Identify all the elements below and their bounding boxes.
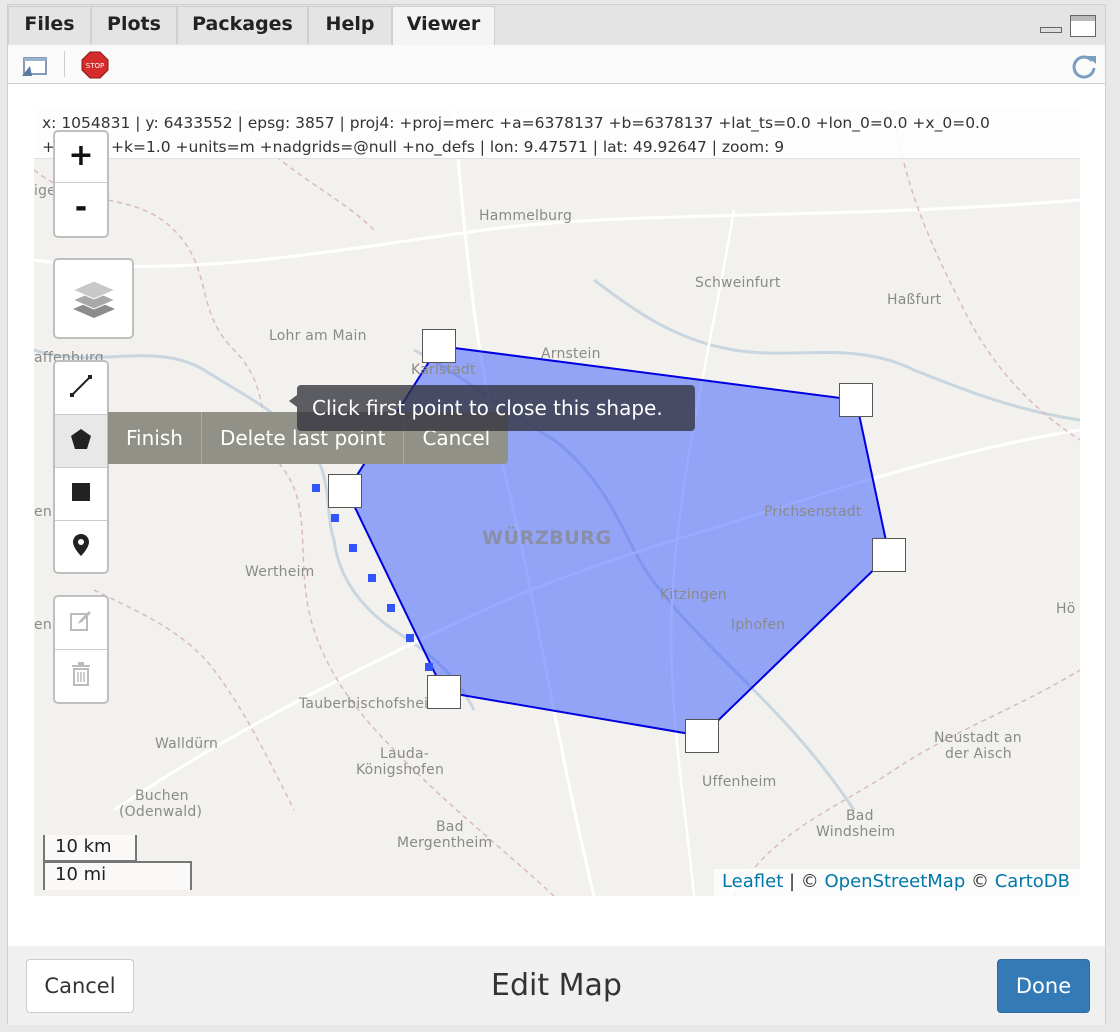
- layers-control[interactable]: [53, 258, 134, 339]
- place-label: Königshofen: [356, 762, 445, 778]
- place-label: Hammelburg: [479, 208, 573, 224]
- place-label: Tauberbischofsheim: [299, 696, 442, 712]
- polygon-vertex-handle[interactable]: [872, 538, 906, 572]
- draw-polygon-button[interactable]: [55, 415, 107, 468]
- tab-files[interactable]: Files: [8, 6, 91, 44]
- draw-polyline-button[interactable]: [55, 362, 107, 415]
- openstreetmap-link[interactable]: OpenStreetMap: [825, 871, 966, 892]
- layers-icon: [71, 278, 117, 324]
- place-label: Neustadt an: [934, 730, 1022, 746]
- place-label: Lohr am Main: [269, 328, 367, 344]
- tab-plots[interactable]: Plots: [91, 6, 177, 44]
- place-label: Haßfurt: [887, 292, 942, 308]
- refresh-icon[interactable]: [1070, 52, 1098, 84]
- tab-help[interactable]: Help: [308, 6, 392, 44]
- marker-icon: [72, 533, 90, 561]
- edit-icon: [69, 609, 93, 637]
- place-label: (Odenwald): [119, 804, 203, 820]
- place-label: der Aisch: [945, 746, 1012, 762]
- tab-viewer[interactable]: Viewer: [392, 6, 495, 46]
- zoom-in-button[interactable]: +: [55, 132, 107, 183]
- draw-marker-button[interactable]: [55, 521, 107, 573]
- place-label: Windsheim: [816, 824, 896, 840]
- place-label: Walldürn: [155, 736, 219, 752]
- map-base-layer: [34, 110, 1080, 896]
- mouse-position-line: + +k=1.0 +units=m +nadgrids=@null +no_def…: [42, 138, 785, 156]
- city-label-wuerzburg: WÜRZBURG: [482, 527, 612, 549]
- minimize-icon[interactable]: [1038, 15, 1064, 37]
- svg-text:STOP: STOP: [86, 62, 104, 70]
- delete-layers-button[interactable]: [55, 650, 107, 702]
- polygon-icon: [70, 428, 92, 454]
- tab-packages[interactable]: Packages: [177, 6, 308, 44]
- viewer-toolbar: STOP: [8, 45, 1105, 84]
- show-in-window-icon[interactable]: [20, 54, 50, 82]
- place-label: Bad: [846, 808, 874, 824]
- gadget-footer: Cancel Edit Map Done: [8, 946, 1105, 1025]
- place-label: Uffenheim: [702, 774, 777, 790]
- leaflet-map[interactable]: Hammelburg Schweinfurt Haßfurt Lohr am M…: [34, 110, 1080, 896]
- place-label: Mergentheim: [397, 835, 493, 851]
- place-label: Arnstein: [541, 346, 601, 362]
- place-label: Schweinfurt: [695, 275, 781, 291]
- trash-icon: [71, 662, 91, 690]
- place-label: Lauda-: [380, 746, 429, 762]
- draw-tooltip: Click first point to close this shape.: [289, 385, 695, 431]
- scale-bar-km: 10 km: [43, 835, 137, 862]
- place-label: Bad: [436, 819, 464, 835]
- place-label: Buchen: [135, 788, 189, 804]
- polygon-vertex-handle[interactable]: [685, 719, 719, 753]
- stop-icon[interactable]: STOP: [81, 51, 109, 83]
- place-label: Karlstadt: [411, 362, 476, 378]
- edit-layers-button[interactable]: [55, 597, 107, 650]
- edit-toolbar: [53, 595, 109, 704]
- polyline-icon: [69, 374, 93, 402]
- polygon-vertex-handle[interactable]: [839, 383, 873, 417]
- leaflet-link[interactable]: Leaflet: [722, 871, 783, 892]
- rstudio-viewer-pane: Files Plots Packages Help Viewer STOP Ha…: [7, 4, 1106, 1025]
- viewer-content: Hammelburg Schweinfurt Haßfurt Lohr am M…: [8, 84, 1105, 946]
- zoom-control: + -: [53, 130, 109, 238]
- scale-bar-mi: 10 mi: [43, 861, 192, 890]
- place-label: Prichsenstadt: [764, 504, 862, 520]
- page-title: Edit Map: [491, 968, 622, 1003]
- rectangle-icon: [71, 482, 91, 506]
- polygon-vertex-handle[interactable]: [422, 329, 456, 363]
- pane-tab-bar: Files Plots Packages Help Viewer: [8, 5, 1105, 46]
- mouse-position-line: x: 1054831 | y: 6433552 | epsg: 3857 | p…: [42, 114, 990, 132]
- draw-rectangle-button[interactable]: [55, 468, 107, 521]
- polygon-first-vertex-handle[interactable]: [328, 474, 362, 508]
- done-button[interactable]: Done: [997, 959, 1090, 1013]
- draw-toolbar: [53, 360, 109, 574]
- zoom-out-button[interactable]: -: [55, 184, 107, 234]
- place-label: Kitzingen: [660, 587, 727, 603]
- place-label: Iphofen: [731, 617, 786, 633]
- maximize-icon[interactable]: [1070, 15, 1096, 37]
- place-label: Wertheim: [245, 564, 315, 580]
- mouse-position-readout: x: 1054831 | y: 6433552 | epsg: 3857 | p…: [34, 110, 1080, 159]
- polygon-vertex-handle[interactable]: [427, 675, 461, 709]
- place-label: Hö: [1056, 601, 1076, 617]
- map-attribution: Leaflet | © OpenStreetMap © CartoDB: [713, 869, 1080, 896]
- finish-button[interactable]: Finish: [108, 412, 201, 464]
- cartodb-link[interactable]: CartoDB: [995, 871, 1070, 892]
